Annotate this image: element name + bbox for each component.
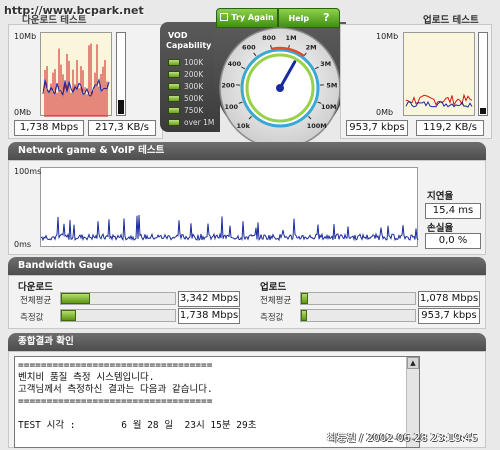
vod-title-line2: Capability: [166, 41, 212, 50]
bw-upload-title: 업로드: [260, 282, 287, 293]
bw-download-measured-track: [60, 309, 176, 322]
gauge-label: 800: [262, 34, 276, 42]
vod-level-label: 750K: [184, 106, 204, 115]
speed-gauge: 10k 100 200 400 600 800 1M 2M 3M 5M 10M 100M: [218, 26, 342, 150]
try-again-button[interactable]: Try Again: [216, 8, 278, 28]
result-section-header: 종합결과 확인: [8, 333, 486, 351]
bw-upload-measured-value: 953,7 kbps: [418, 308, 480, 324]
gauge-label: 10k: [237, 122, 251, 130]
vod-led: [168, 119, 180, 126]
network-section-header: Network game & VoIP 테스트: [8, 142, 486, 160]
upload-level-fill: [480, 108, 486, 114]
vod-led: [168, 59, 180, 66]
bw-download-measured-label: 측정값: [20, 313, 44, 323]
vod-led: [168, 83, 180, 90]
upload-scale-bottom: 0Mb: [376, 108, 394, 117]
loss-label: 손실율: [427, 223, 454, 234]
vod-title-line1: VOD: [168, 31, 188, 40]
bw-upload-avg-value: 1,078 Mbps: [418, 291, 480, 307]
bw-download-avg-label: 전체평균: [20, 296, 52, 306]
gauge-label: 100M: [307, 122, 327, 130]
vod-led: [168, 95, 180, 102]
checkbox-icon: [220, 13, 229, 21]
download-scale-bottom: 0Mb: [14, 108, 32, 117]
bw-upload-measured-bar: [301, 310, 307, 321]
download-graph: [40, 32, 112, 117]
upload-graph-plot: [405, 93, 473, 108]
download-speed-kbs: 217,3 KB/s: [88, 120, 156, 136]
gauge-label: 200: [221, 81, 235, 89]
bw-download-measured-bar: [61, 310, 76, 321]
bandwidth-section-header: Bandwidth Gauge: [8, 257, 486, 275]
result-text: ================================== 벤치비 품…: [18, 360, 257, 431]
upload-level-bar: [478, 32, 488, 116]
loss-value: 0,0 %: [425, 233, 481, 249]
gauge-label: 400: [228, 60, 242, 68]
download-level-fill: [118, 100, 124, 114]
vod-led: [168, 71, 180, 78]
try-again-label: Try Again: [231, 13, 274, 22]
bw-upload-avg-bar: [301, 293, 308, 304]
bw-upload-avg-track: [300, 292, 416, 305]
upload-graph: [403, 32, 475, 116]
download-scale-top: 10Mb: [14, 32, 37, 41]
network-graph: [40, 167, 419, 247]
bw-download-avg-bar: [61, 293, 90, 304]
gauge-label: 3M: [320, 60, 331, 68]
gauge-label: 600: [242, 43, 256, 51]
signature: 최둥원 / 2002-06-28 23:19:45: [327, 432, 478, 444]
download-graph-plot: [42, 43, 110, 117]
network-scale-bottom: 0ms: [14, 240, 32, 249]
upload-scale-top: 10Mb: [376, 32, 399, 41]
vod-level-label: 200K: [184, 70, 204, 79]
help-icon: ?: [323, 11, 330, 24]
bw-download-avg-track: [60, 292, 176, 305]
gauge-label: 100: [224, 103, 238, 111]
latency-label: 지연율: [427, 191, 454, 202]
help-button[interactable]: Help?: [278, 8, 340, 28]
vod-level-label: 300K: [184, 82, 204, 91]
network-scale-top: 100ms: [14, 167, 42, 176]
gauge-label: 1M: [286, 34, 297, 42]
bw-upload-measured-track: [300, 309, 416, 322]
speed-gauge-dial: 10k 100 200 400 600 800 1M 2M 3M 5M 10M 100M: [219, 27, 341, 149]
download-speed-mbps: 1,738 Mbps: [14, 120, 84, 136]
gauge-label: 5M: [326, 81, 337, 89]
vod-level-label: 100K: [184, 58, 204, 67]
network-graph-plot: [40, 215, 419, 242]
gauge-label: 10M: [321, 103, 337, 111]
bw-download-title: 다운로드: [18, 282, 53, 293]
scroll-up-arrow-icon[interactable]: ▲: [407, 357, 419, 369]
bw-upload-avg-label: 전체평균: [260, 296, 292, 306]
vod-led: [168, 107, 180, 114]
latency-trace: [40, 215, 419, 242]
bw-upload-measured-label: 측정값: [260, 313, 284, 323]
vod-level-label: over 1M: [184, 118, 215, 127]
upload-speed-kbs: 119,2 KB/s: [416, 120, 484, 136]
help-label: Help: [288, 14, 310, 23]
gauge-label: 2M: [306, 43, 317, 51]
upload-speed-kbps: 953,7 kbps: [346, 120, 408, 136]
bw-download-measured-value: 1,738 Mbps: [178, 308, 240, 324]
bw-download-avg-value: 3,342 Mbps: [178, 291, 240, 307]
download-level-bar: [116, 32, 126, 116]
latency-value: 15,4 ms: [425, 203, 481, 219]
vod-level-label: 500K: [184, 94, 204, 103]
